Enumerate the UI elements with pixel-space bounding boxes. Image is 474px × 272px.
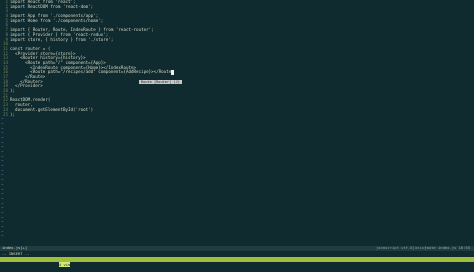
empty-line: ~ — [0, 234, 474, 239]
vim-statusline: index.js[+] javascript utf-8[unix] route… — [0, 245, 474, 251]
code-editor[interactable]: 1 import React from 'react'; 2 import React… — [0, 0, 474, 243]
code-text: document.getElementById('root') — [10, 106, 94, 112]
code-text: import ReactDOM from 'react-dom'; — [10, 3, 94, 9]
statusline-filetype: javascript utf-8[unix] — [376, 245, 427, 250]
tmux-window-tab[interactable]: 3 node — [39, 262, 53, 267]
code-text: import Home from './components/home'; — [10, 17, 104, 23]
vim-mode-line: -- INSERT -- — [0, 251, 474, 256]
text-cursor — [171, 70, 174, 75]
tmux-status-bar: 1 zsh 2 node 3 node 4 vim 2016-05-21 12:59 — [0, 257, 474, 272]
code-text: ); — [10, 111, 16, 117]
tmux-window-list: 1 zsh 2 node 3 node 4 vim — [2, 262, 76, 267]
tmux-window-tab[interactable]: 2 node — [19, 262, 33, 267]
code-text: ); — [10, 88, 16, 94]
tmux-window-tab[interactable]: 1 zsh — [2, 262, 13, 267]
empty-line-marker: ~ — [1, 233, 4, 239]
statusline-position: route index.js 16:55 — [424, 245, 470, 250]
tmux-window-tab[interactable]: 4 vim — [58, 262, 71, 267]
statusline-filename: index.js[+] — [2, 245, 28, 250]
tmux-clock: 2016-05-21 12:59 — [432, 267, 471, 272]
code-text: import store, { history } from './store'… — [10, 36, 114, 42]
completion-popup[interactable]: Route [Router] (J) — [139, 80, 182, 84]
mode-indicator: -- INSERT -- — [2, 251, 30, 256]
